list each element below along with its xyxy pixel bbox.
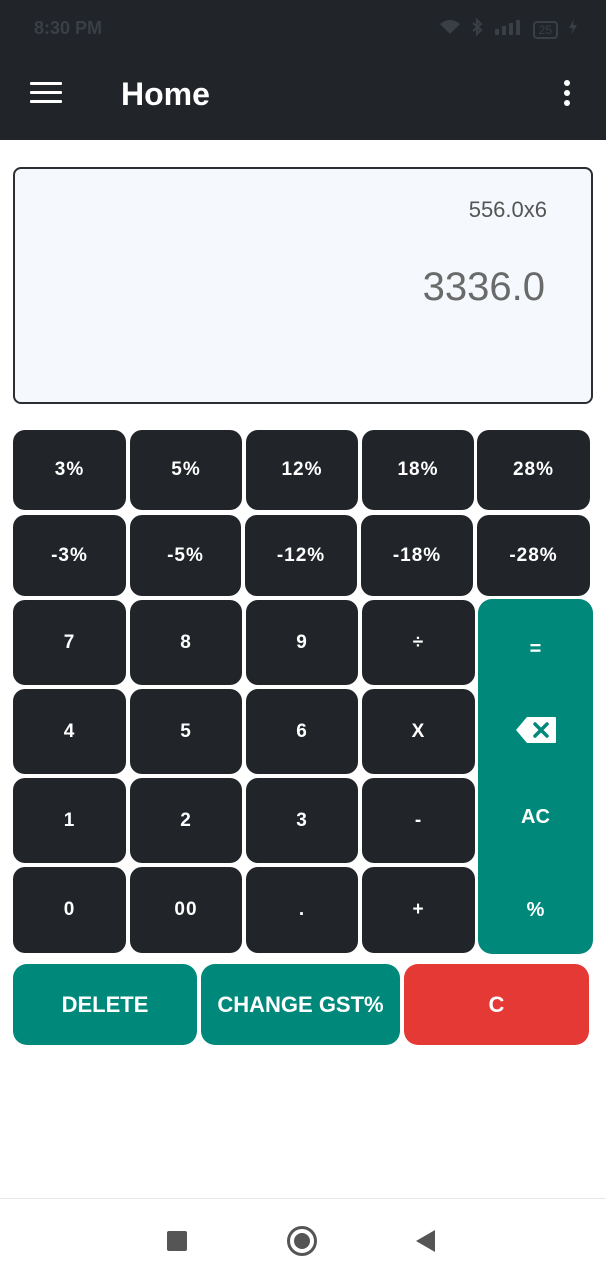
digit-2-button[interactable]: 2 [130, 778, 242, 863]
hamburger-menu-icon[interactable] [30, 80, 64, 106]
gst-minus-5-button[interactable]: -5% [130, 515, 241, 596]
signal-icon [493, 19, 523, 40]
equals-button[interactable]: = [478, 599, 593, 699]
expression-text: 556.0x6 [468, 197, 547, 222]
backspace-icon [515, 716, 557, 750]
status-time: 8:30 PM [34, 18, 103, 38]
status-bar: 8:30 PM 25 [0, 0, 606, 58]
back-icon[interactable] [416, 1230, 435, 1252]
recent-apps-icon[interactable] [167, 1231, 187, 1251]
charging-icon [568, 19, 578, 40]
double-zero-button[interactable]: 00 [130, 867, 242, 953]
digit-6-button[interactable]: 6 [246, 689, 358, 774]
subtract-button[interactable]: - [362, 778, 475, 863]
bluetooth-icon [471, 17, 483, 41]
digit-8-button[interactable]: 8 [130, 600, 242, 685]
digit-0-button[interactable]: 0 [13, 867, 126, 953]
gst-minus-28-button[interactable]: -28% [477, 515, 590, 596]
app-bar: 8:30 PM 25 Home [0, 0, 606, 140]
digit-9-button[interactable]: 9 [246, 600, 358, 685]
gst-plus-5-button[interactable]: 5% [130, 430, 242, 510]
delete-button[interactable]: DELETE [13, 964, 197, 1045]
all-clear-button[interactable]: AC [478, 767, 593, 867]
more-options-icon[interactable] [561, 80, 573, 108]
page-title: Home [121, 76, 210, 112]
backspace-button[interactable] [478, 699, 593, 767]
add-button[interactable]: + [362, 867, 475, 953]
gst-minus-3-button[interactable]: -3% [13, 515, 126, 596]
percent-button[interactable]: % [478, 867, 593, 954]
multiply-button[interactable]: X [362, 689, 475, 774]
calculator-display: 556.0x6 3336.0 [13, 167, 593, 404]
gst-plus-3-button[interactable]: 3% [13, 430, 126, 510]
gst-minus-12-button[interactable]: -12% [245, 515, 357, 596]
battery-icon: 25 [532, 20, 558, 39]
divide-button[interactable]: ÷ [362, 600, 475, 685]
decimal-point-button[interactable]: . [246, 867, 358, 953]
operator-column: = AC % [478, 599, 593, 954]
gst-plus-28-button[interactable]: 28% [477, 430, 590, 510]
change-gst-button[interactable]: CHANGE GST% [201, 964, 400, 1045]
digit-3-button[interactable]: 3 [246, 778, 358, 863]
digit-7-button[interactable]: 7 [13, 600, 126, 685]
digit-5-button[interactable]: 5 [130, 689, 242, 774]
digit-1-button[interactable]: 1 [13, 778, 126, 863]
result-text: 3336.0 [422, 265, 545, 309]
home-icon[interactable] [287, 1226, 317, 1256]
gst-minus-18-button[interactable]: -18% [361, 515, 473, 596]
status-icons: 25 [439, 17, 578, 41]
clear-button[interactable]: C [404, 964, 589, 1045]
digit-4-button[interactable]: 4 [13, 689, 126, 774]
wifi-icon [439, 19, 461, 40]
gst-plus-12-button[interactable]: 12% [246, 430, 358, 510]
system-navigation-bar [0, 1198, 606, 1280]
gst-plus-18-button[interactable]: 18% [362, 430, 474, 510]
